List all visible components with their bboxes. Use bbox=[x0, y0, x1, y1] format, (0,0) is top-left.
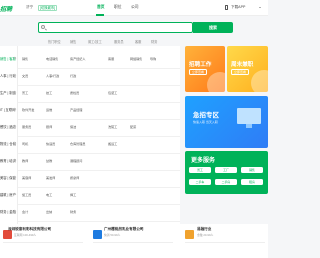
category-job-link[interactable]: 技工 bbox=[46, 90, 52, 95]
category-job-link[interactable]: 电工 bbox=[46, 192, 52, 197]
hot-link[interactable]: 服务员 bbox=[114, 39, 124, 44]
promo-card-parttime[interactable]: 周末兼职 立即查看 bbox=[227, 46, 268, 92]
divider bbox=[3, 242, 83, 243]
phone-icon bbox=[225, 5, 228, 10]
nav-companies[interactable]: 公司 bbox=[131, 5, 139, 10]
service-button[interactable]: 工厂 bbox=[215, 167, 237, 173]
divider bbox=[185, 242, 265, 243]
row-divider bbox=[18, 136, 180, 137]
company-name[interactable]: 深圳锐意利彩科技有限公司 bbox=[8, 227, 51, 232]
company-logo[interactable] bbox=[185, 230, 194, 239]
nav-jobs[interactable]: 职位 bbox=[114, 5, 122, 10]
category-job-link[interactable]: 导购 bbox=[150, 56, 156, 61]
category-job-link[interactable]: 行政 bbox=[70, 73, 76, 78]
company-name[interactable]: 易融行业 bbox=[197, 227, 211, 232]
category-job-link[interactable]: 销售 bbox=[22, 56, 28, 61]
category-job-link[interactable]: 美容师 bbox=[22, 175, 31, 180]
category-job-link[interactable]: 施工员 bbox=[22, 192, 31, 197]
category-job-link[interactable]: 司机 bbox=[22, 141, 28, 146]
hot-link[interactable]: 客服 bbox=[135, 39, 141, 44]
row-divider bbox=[18, 170, 180, 171]
category-job-link[interactable]: 客服 bbox=[108, 56, 114, 61]
nav-active-indicator bbox=[96, 14, 104, 16]
category-job-link[interactable]: 幼教 bbox=[46, 158, 52, 163]
switch-city-button[interactable]: [切换城市] bbox=[38, 5, 58, 11]
monitor-illustration bbox=[237, 108, 261, 128]
company-meta: 快消 50-99人 bbox=[104, 233, 121, 237]
nav-home[interactable]: 首页 bbox=[97, 5, 105, 10]
category-job-link[interactable]: 普工 bbox=[22, 90, 28, 95]
promo-card-title: 周末兼职 bbox=[231, 62, 254, 68]
row-divider bbox=[18, 204, 180, 205]
category-job-link[interactable]: 快递员 bbox=[46, 141, 55, 146]
decor-circle bbox=[207, 72, 225, 92]
category-job-link[interactable]: 质检员 bbox=[70, 90, 79, 95]
promo-card-button[interactable]: 立即查看 bbox=[231, 69, 250, 75]
service-button[interactable]: 销售 bbox=[241, 167, 263, 173]
download-app-link[interactable]: 下载APP bbox=[231, 5, 245, 10]
hot-link[interactable]: 热门职位 bbox=[48, 39, 61, 44]
service-button[interactable]: 租房 bbox=[241, 179, 263, 185]
divider bbox=[93, 242, 173, 243]
category-job-link[interactable]: 课程顾问 bbox=[70, 158, 82, 163]
row-divider bbox=[18, 85, 180, 86]
urgent-zone-subtitle: 快速入职 当天入职 bbox=[193, 120, 218, 124]
category-job-link[interactable]: 房产经纪人 bbox=[70, 56, 85, 61]
category-job-link[interactable]: 网络销售 bbox=[130, 56, 142, 61]
category-job-link[interactable]: 产品经理 bbox=[70, 107, 82, 112]
category-job-link[interactable]: 财务 bbox=[70, 209, 76, 214]
category-job-link[interactable]: 人事/行政 bbox=[46, 73, 59, 78]
company-meta: 金融 20-99人 bbox=[197, 233, 214, 237]
company-name[interactable]: 广州樱桃然乳业有限公司 bbox=[104, 227, 144, 232]
row-divider bbox=[18, 119, 180, 120]
category-job-link[interactable]: 软件开发 bbox=[22, 107, 34, 112]
more-services-panel: 更多服务 普工 工厂 销售 二手车 二手房 租房 bbox=[185, 151, 268, 194]
service-button[interactable]: 二手房 bbox=[215, 179, 237, 185]
category-job-link[interactable]: 洗碗工 bbox=[108, 124, 117, 129]
category-job-link[interactable]: 服务员 bbox=[22, 124, 31, 129]
decor-circle bbox=[251, 70, 268, 92]
urgent-zone-title: 急招专区 bbox=[193, 112, 219, 119]
category-job-link[interactable]: 保洁 bbox=[70, 124, 76, 129]
category-job-link[interactable]: 配菜 bbox=[130, 124, 136, 129]
category-job-link[interactable]: 厨师 bbox=[46, 124, 52, 129]
current-city: 济宁 bbox=[26, 5, 34, 9]
category-job-link[interactable]: 文员 bbox=[22, 73, 28, 78]
category-job-link[interactable]: 包装工 bbox=[108, 90, 117, 95]
search-button[interactable]: 搜索 bbox=[193, 22, 233, 33]
site-logo[interactable]: 招聘 bbox=[0, 4, 12, 13]
service-button[interactable]: 二手车 bbox=[189, 179, 211, 185]
category-job-link[interactable]: 运维 bbox=[46, 107, 52, 112]
row-divider bbox=[18, 68, 180, 69]
category-job-link[interactable]: 出纳 bbox=[46, 209, 52, 214]
company-logo[interactable] bbox=[93, 230, 102, 239]
more-services-title: 更多服务 bbox=[191, 158, 216, 164]
category-job-link[interactable]: 按摩师 bbox=[70, 175, 79, 180]
row-divider bbox=[18, 187, 180, 188]
category-job-link[interactable]: 搬运工 bbox=[108, 141, 117, 146]
promo-card-jobs[interactable]: 招聘工作 立即查看 bbox=[185, 46, 225, 92]
service-button[interactable]: 普工 bbox=[189, 167, 211, 173]
promo-card-button[interactable]: 立即查看 bbox=[189, 69, 208, 75]
company-meta: 互联网 100-499人 bbox=[14, 233, 37, 237]
hot-link[interactable]: 普工/技工 bbox=[88, 39, 102, 44]
row-divider bbox=[18, 102, 180, 103]
category-job-link[interactable]: 仓库管理员 bbox=[70, 141, 85, 146]
search-icon bbox=[41, 25, 45, 29]
category-job-link[interactable]: 焊工 bbox=[70, 192, 76, 197]
hot-link[interactable]: 财务 bbox=[151, 39, 157, 44]
category-job-link[interactable]: 电话销售 bbox=[46, 56, 58, 61]
row-divider bbox=[18, 221, 180, 222]
row-divider bbox=[18, 153, 180, 154]
search-input[interactable] bbox=[47, 23, 162, 32]
category-job-link[interactable]: 教师 bbox=[22, 158, 28, 163]
chevron-down-icon[interactable] bbox=[259, 7, 261, 8]
hot-link[interactable]: 销售 bbox=[70, 39, 76, 44]
category-job-link[interactable]: 美发师 bbox=[46, 175, 55, 180]
urgent-zone-banner[interactable]: 急招专区 快速入职 当天入职 bbox=[185, 96, 268, 148]
promo-card-title: 招聘工作 bbox=[189, 62, 212, 68]
category-job-link[interactable]: 会计 bbox=[22, 209, 28, 214]
